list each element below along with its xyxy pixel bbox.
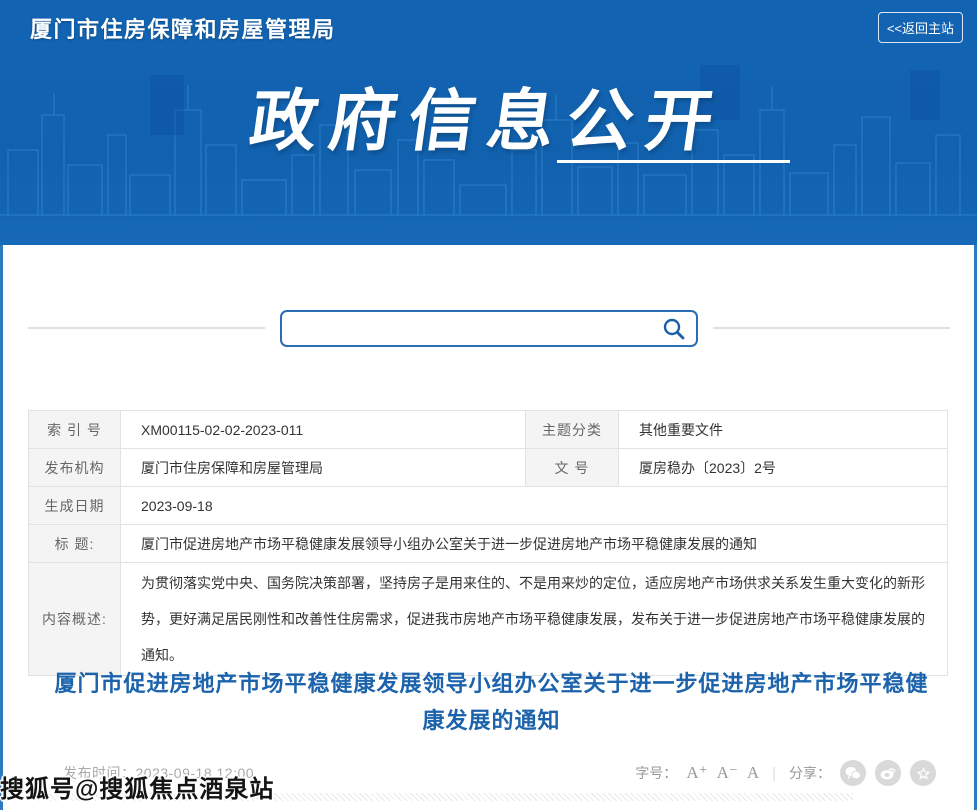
search-icon[interactable] — [662, 317, 686, 341]
search-box — [280, 310, 698, 347]
content-summary-value: 为贯彻落实党中央、国务院决策部署，坚持房子是用来住的、不是用来炒的定位，适应房地… — [121, 563, 948, 676]
font-decrease-button[interactable]: A⁻ — [717, 763, 738, 783]
site-title: 厦门市住房保障和房屋管理局 — [30, 12, 336, 44]
document-info-table: 索 引 号 XM00115-02-02-2023-011 主题分类 其他重要文件… — [28, 410, 948, 676]
table-row: 内容概述: 为贯彻落实党中央、国务院决策部署，坚持房子是用来住的、不是用来炒的定… — [29, 563, 948, 676]
search-row — [3, 310, 974, 348]
document-number-label: 文 号 — [526, 449, 619, 487]
back-to-main-site-button[interactable]: <<返回主站 — [878, 12, 963, 43]
share-label: 分享： — [789, 763, 831, 783]
font-size-label: 字号： — [635, 763, 677, 783]
table-row: 发布机构 厦门市住房保障和房屋管理局 文 号 厦房稳办〔2023〕2号 — [29, 449, 948, 487]
article-title: 厦门市促进房地产市场平稳健康发展领导小组办公室关于进一步促进房地产市场平稳健康发… — [48, 665, 935, 739]
topic-category-label: 主题分类 — [526, 411, 619, 449]
search-input[interactable] — [282, 312, 696, 345]
table-row: 标 题: 厦门市促进房地产市场平稳健康发展领导小组办公室关于进一步促进房地产市场… — [29, 525, 948, 563]
weibo-icon[interactable] — [875, 760, 901, 786]
generation-date-value: 2023-09-18 — [121, 487, 948, 525]
font-reset-button[interactable]: A — [747, 763, 759, 783]
top-header: 厦门市住房保障和房屋管理局 <<返回主站 — [0, 0, 977, 55]
meta-divider: | — [768, 765, 780, 782]
banner-title: 政府信息公开 — [0, 67, 977, 164]
divider-line-right — [713, 327, 950, 329]
font-increase-button[interactable]: A⁺ — [686, 763, 707, 783]
content-area: 索 引 号 XM00115-02-02-2023-011 主题分类 其他重要文件… — [0, 245, 977, 810]
meta-controls: 字号： A⁺ A⁻ A | 分享： — [635, 760, 950, 786]
banner-underline — [557, 160, 790, 163]
issuing-agency-label: 发布机构 — [29, 449, 121, 487]
title-label: 标 题: — [29, 525, 121, 563]
star-icon[interactable] — [910, 760, 936, 786]
topic-category-value: 其他重要文件 — [619, 411, 948, 449]
divider-line-left — [28, 327, 265, 329]
index-number-value: XM00115-02-02-2023-011 — [121, 411, 526, 449]
table-row: 索 引 号 XM00115-02-02-2023-011 主题分类 其他重要文件 — [29, 411, 948, 449]
table-row: 生成日期 2023-09-18 — [29, 487, 948, 525]
issuing-agency-value: 厦门市住房保障和房屋管理局 — [121, 449, 526, 487]
watermark-text: 搜狐号@搜狐焦点酒泉站 — [0, 769, 274, 804]
wechat-icon[interactable] — [840, 760, 866, 786]
generation-date-label: 生成日期 — [29, 487, 121, 525]
banner: 政府信息公开 — [0, 55, 977, 245]
document-number-value: 厦房稳办〔2023〕2号 — [619, 449, 948, 487]
title-value: 厦门市促进房地产市场平稳健康发展领导小组办公室关于进一步促进房地产市场平稳健康发… — [121, 525, 948, 563]
page: 厦门市住房保障和房屋管理局 <<返回主站 — [0, 0, 977, 810]
index-number-label: 索 引 号 — [29, 411, 121, 449]
content-summary-label: 内容概述: — [29, 563, 121, 676]
